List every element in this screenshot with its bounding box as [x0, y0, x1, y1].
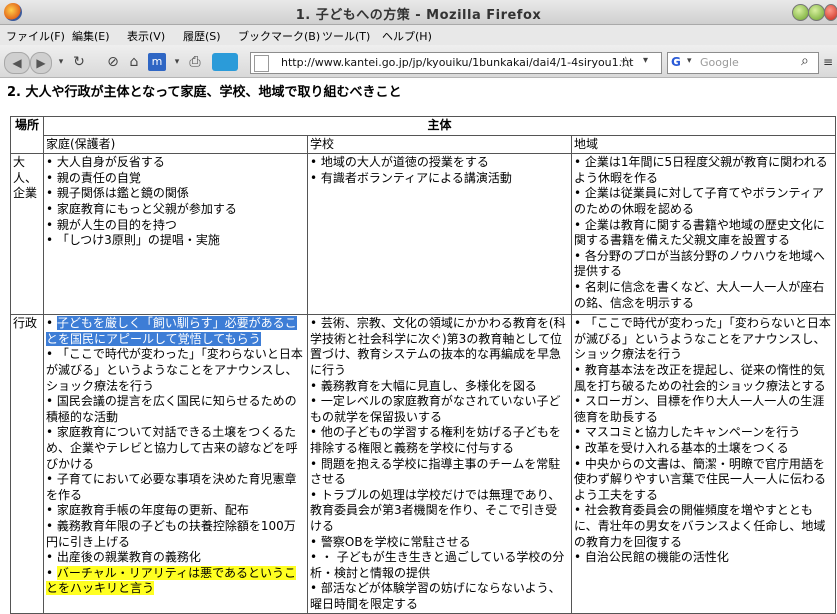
page-content: 2. 大人や行政が主体となって家庭、学校、地域で取り組むべきこと 場所 主体 家…: [0, 78, 837, 614]
col-header-place: 場所: [10, 115, 44, 155]
navigation-toolbar: ◀ ▶ ▾ ↻ ⊘ ⌂ m ▾ ⎙ http://www.kantei.go.j…: [0, 45, 837, 78]
back-arrow-icon: ◀: [12, 56, 22, 70]
stop-icon[interactable]: ⊘: [104, 53, 122, 71]
table-row: 行政 子どもを厳しく「飼い馴らす」必要があることを国民にアピールして覚悟してもら…: [10, 314, 836, 614]
measures-table: 場所 主体 家庭(保護者) 学校 地域 大人、企業 大人自身が反省する 親の責任…: [10, 115, 836, 614]
bookmark-star-icon[interactable]: ☆: [619, 53, 632, 71]
list-item: 企業は従業員に対して子育てやボランティアのための休暇を認める: [574, 186, 833, 217]
bookmark-dropdown-icon[interactable]: ▾: [168, 53, 186, 71]
list-item: 親が人生の目的を持つ: [46, 218, 305, 234]
menu-tools[interactable]: ツール(T): [322, 28, 370, 44]
search-icon[interactable]: ⌕: [801, 53, 809, 69]
toolbar-overflow-icon[interactable]: ≡: [823, 55, 833, 69]
list-item: 企業は教育に関する書籍や地域の歴史文化に関する書籍を備えた父親文庫を設置する: [574, 218, 833, 249]
list-item: 企業は1年間に5日程度父親が教育に関われるよう休暇を作る: [574, 155, 833, 186]
history-dropdown-icon[interactable]: ▾: [52, 53, 70, 71]
list-item: 大人自身が反省する: [46, 155, 305, 171]
print-icon[interactable]: ⎙: [186, 53, 204, 71]
list-item: バーチャル・リアリティは悪であるということをハッキリと言う: [46, 565, 305, 597]
page-heading: 2. 大人や行政が主体となって家庭、学校、地域で取り組むべきこと: [7, 85, 402, 100]
list-item: 教育基本法を改正を提起し、従来の惰性的気風を打ち破るための社会的ショック療法とす…: [574, 363, 833, 394]
close-button[interactable]: [824, 4, 837, 21]
list-item: 有識者ボランティアによる講演活動: [310, 171, 569, 187]
title-bar: 1. 子どもへの方策 - Mozilla Firefox: [0, 0, 837, 25]
menu-bookmarks[interactable]: ブックマーク(B): [238, 28, 320, 44]
col-header-school: 学校: [307, 134, 572, 155]
list-item: マスコミと協力したキャンペーンを行う: [574, 425, 833, 441]
list-item: 部活などが体験学習の妨げにならないよう、曜日時間を限定する: [310, 581, 569, 612]
list-item: 義務教育を大幅に見直し、多様化を図る: [310, 379, 569, 395]
table-subheader-row: 家庭(保護者) 学校 地域: [11, 134, 836, 155]
list-item: 問題を抱える学校に指導主事のチームを常駐させる: [310, 457, 569, 488]
list-item: 家庭教育にもっと父親が参加する: [46, 202, 305, 218]
list-item: 改革を受け入れる基本的土壌をつくる: [574, 441, 833, 457]
highlighted-text: バーチャル・リアリティは悪であるということをハッキリと言う: [46, 565, 296, 596]
list-item: 家庭教育について対話できる土壌をつくるため、企業やテレビと協力して古来の諺などを…: [46, 425, 305, 472]
list-item: 芸術、宗教、文化の領域にかかわる教育を(科学技術と社会科学に次ぐ)第3の教育軸と…: [310, 316, 569, 378]
menu-bar: ファイル(F) 編集(E) 表示(V) 履歴(S) ブックマーク(B) ツール(…: [0, 25, 837, 45]
row-label-government: 行政: [10, 314, 44, 614]
list-item: 中央からの文書は、簡潔・明瞭で官庁用語を使わず解りやすい言葉で住民一人一人に伝わ…: [574, 457, 833, 504]
url-dropdown-icon[interactable]: ▾: [643, 55, 648, 66]
google-icon[interactable]: G: [671, 55, 685, 69]
cell-government-home: 子どもを厳しく「飼い馴らす」必要があることを国民にアピールして覚悟してもらう 「…: [43, 314, 308, 614]
list-item: 「ここで時代が変わった」「変わらないと日本が滅びる」というようなことをアナウンス…: [46, 347, 305, 394]
list-item: 一定レベルの家庭教育がなされていない子どもの就学を保留扱いする: [310, 394, 569, 425]
minimize-button[interactable]: [792, 4, 809, 21]
col-header-community: 地域: [571, 134, 836, 155]
col-header-subject: 主体: [43, 116, 836, 136]
search-engine-dropdown-icon[interactable]: ▾: [687, 56, 692, 66]
window-title: 1. 子どもへの方策 - Mozilla Firefox: [295, 8, 542, 23]
selected-text[interactable]: 子どもを厳しく「飼い馴らす」必要があることを国民にアピールして覚悟してもらう: [46, 316, 297, 346]
reload-icon[interactable]: ↻: [70, 53, 88, 71]
list-item: 親子関係は鑑と鏡の関係: [46, 186, 305, 202]
list-item: 他の子どもの学習する権利を妨げる子どもを排除する権限と義務を学校に付与する: [310, 425, 569, 456]
list-item: 地域の大人が道徳の授業をする: [310, 155, 569, 171]
table-row: 大人、企業 大人自身が反省する 親の責任の自覚 親子関係は鑑と鏡の関係 家庭教育…: [10, 153, 836, 316]
menu-edit[interactable]: 編集(E): [72, 28, 110, 44]
menu-history[interactable]: 履歴(S): [183, 28, 221, 44]
extension-icon[interactable]: [212, 53, 238, 71]
page-icon: [254, 55, 269, 72]
list-item: 「しつけ3原則」の提唱・実施: [46, 233, 305, 249]
list-item: 子育てにおいて必要な事項を決めた育児憲章を作る: [46, 472, 305, 503]
cell-adults-community: 企業は1年間に5日程度父親が教育に関われるよう休暇を作る 企業は従業員に対して子…: [571, 153, 836, 316]
forward-button[interactable]: ▶: [30, 52, 52, 74]
list-item: トラブルの処理は学校だけでは無理であり、教育委員会が第3者機関を作り、そこで引き…: [310, 488, 569, 535]
forward-arrow-icon: ▶: [36, 56, 46, 70]
search-input[interactable]: Google: [700, 56, 739, 69]
list-item: 「ここで時代が変わった」「変わらないと日本が滅びる」というようなことをアナウンス…: [574, 316, 833, 363]
list-item: 親の責任の自覚: [46, 171, 305, 187]
list-item: 名刺に信念を書くなど、大人一人一人が座右の銘、信念を明示する: [574, 280, 833, 311]
list-item: ・ 子どもが生き生きと過ごしている学校の分析・検討と情報の提供: [310, 550, 569, 581]
list-item: 出産後の親業教育の義務化: [46, 550, 305, 566]
table-header-row: 場所 主体: [10, 115, 836, 155]
list-item: 家庭教育手帳の年度毎の更新、配布: [46, 503, 305, 519]
menu-file[interactable]: ファイル(F): [6, 28, 65, 44]
cell-adults-home: 大人自身が反省する 親の責任の自覚 親子関係は鑑と鏡の関係 家庭教育にもっと父親…: [43, 153, 308, 316]
list-item: 社会教育委員会の開催頻度を増やすとともに、青壮年の男女をバランスよく任命し、地域…: [574, 503, 833, 550]
back-button[interactable]: ◀: [4, 52, 30, 74]
maximize-button[interactable]: [808, 4, 825, 21]
search-box[interactable]: G ▾ Google ⌕: [667, 52, 819, 74]
menu-view[interactable]: 表示(V): [127, 28, 165, 44]
list-item: 義務教育年限の子どもの扶養控除額を100万円に引き上げる: [46, 519, 305, 550]
row-label-adults: 大人、企業: [10, 153, 44, 316]
list-item: 各分野のプロが当該分野のノウハウを地域へ提供する: [574, 249, 833, 280]
menu-help[interactable]: ヘルプ(H): [382, 28, 432, 44]
url-bar[interactable]: http://www.kantei.go.jp/jp/kyouiku/1bunk…: [250, 52, 662, 74]
cell-government-community: 「ここで時代が変わった」「変わらないと日本が滅びる」というようなことをアナウンス…: [571, 314, 836, 614]
col-header-home: 家庭(保護者): [43, 134, 308, 155]
list-item: 警察OBを学校に常駐させる: [310, 535, 569, 551]
home-icon[interactable]: ⌂: [125, 53, 143, 71]
list-item: 子どもを厳しく「飼い馴らす」必要があることを国民にアピールして覚悟してもらう: [46, 316, 305, 347]
url-text[interactable]: http://www.kantei.go.jp/jp/kyouiku/1bunk…: [281, 56, 633, 69]
list-item: 自治公民館の機能の活性化: [574, 550, 833, 566]
cell-government-school: 芸術、宗教、文化の領域にかかわる教育を(科学技術と社会科学に次ぐ)第3の教育軸と…: [307, 314, 572, 614]
cell-adults-school: 地域の大人が道徳の授業をする 有識者ボランティアによる講演活動: [307, 153, 572, 316]
bookmark-toolbar-icon[interactable]: m: [148, 53, 166, 71]
list-item: スローガン、目標を作り大人一人一人の生涯徳育を助長する: [574, 394, 833, 425]
list-item: 国民会議の提言を広く国民に知らせるための積極的な活動: [46, 394, 305, 425]
